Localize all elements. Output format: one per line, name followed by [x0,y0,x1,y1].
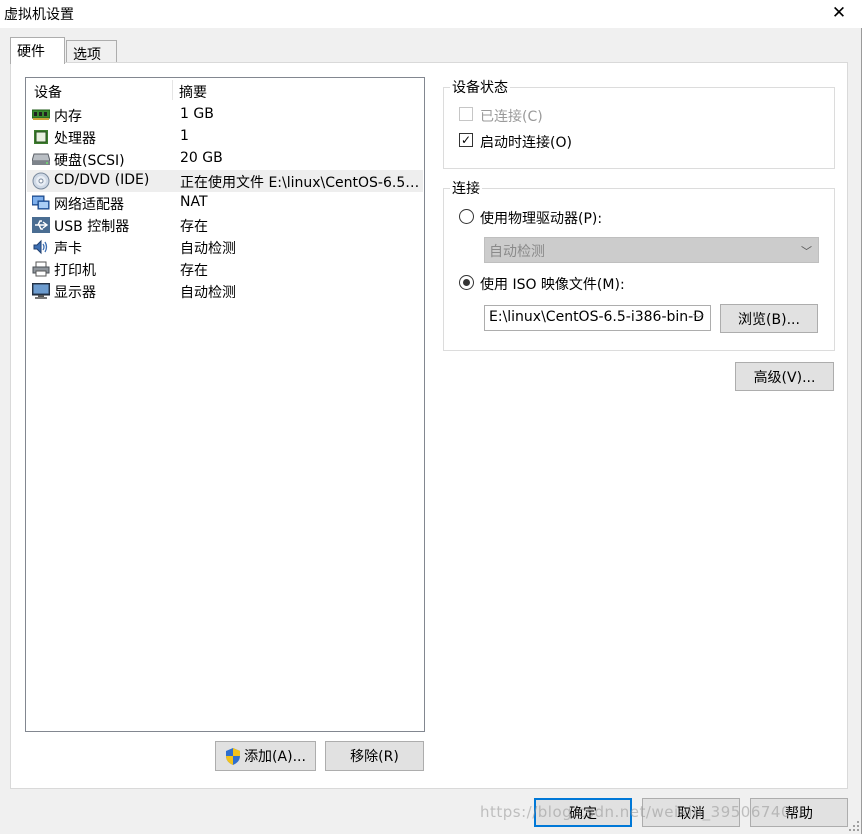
add-button-label: 添加(A)... [244,749,306,765]
iso-image-radio[interactable] [459,275,474,290]
connection-legend: 连接 [450,178,482,198]
column-separator[interactable] [172,80,173,100]
resize-grip-icon[interactable] [846,818,860,832]
device-name: 处理器 [54,131,96,147]
device-row-display[interactable]: 显示器 自动检测 [27,280,423,302]
advanced-button[interactable]: 高级(V)... [735,362,834,391]
browse-button[interactable]: 浏览(B)... [720,304,818,333]
checkmark-icon: ✓ [460,133,472,147]
remove-button[interactable]: 移除(R) [325,741,424,771]
device-summary: 存在 [180,263,208,279]
column-header-summary[interactable]: 摘要 [179,78,207,102]
device-status-group [443,87,835,169]
device-summary: 自动检测 [180,285,236,301]
device-summary: 1 GB [180,106,214,122]
memory-icon [32,106,50,124]
chevron-down-icon: ﹀ [801,245,812,258]
hard-disk-icon [32,150,50,168]
device-name: 声卡 [54,241,82,257]
device-row-sound-card[interactable]: 声卡 自动检测 [27,236,423,258]
remove-button-label: 移除(R) [350,749,399,765]
device-list[interactable]: 设备 摘要 内存 1 GB 处理器 1 硬盘(SCSI) 20 GB CD/DV… [25,77,425,732]
chevron-down-icon: ﹀ [693,313,704,326]
network-adapter-icon [32,194,50,212]
advanced-button-label: 高级(V)... [753,369,816,386]
connect-at-power-on-checkbox[interactable]: ✓ [459,133,473,147]
browse-button-label: 浏览(B)... [738,311,800,328]
device-row-hard-disk[interactable]: 硬盘(SCSI) 20 GB [27,148,423,170]
device-name: CD/DVD (IDE) [54,172,150,188]
device-name: 显示器 [54,285,96,301]
processor-icon [32,128,50,146]
iso-image-label: 使用 ISO 映像文件(M): [480,277,625,293]
device-summary: 自动检测 [180,241,236,257]
physical-drive-dropdown[interactable]: 自动检测 ﹀ [484,237,819,263]
column-header-device[interactable]: 设备 [34,78,62,102]
connected-checkbox[interactable] [459,107,473,121]
iso-path-combobox[interactable]: E:\linux\CentOS-6.5-i386-bin-D ﹀ [484,305,711,331]
close-icon[interactable]: ✕ [822,0,856,26]
device-name: USB 控制器 [54,219,130,235]
device-row-network-adapter[interactable]: 网络适配器 NAT [27,192,423,214]
tab-hardware[interactable]: 硬件 [10,37,65,64]
device-row-printer[interactable]: 打印机 存在 [27,258,423,280]
device-row-cd-dvd[interactable]: CD/DVD (IDE) 正在使用文件 E:\linux\CentOS-6.5-… [27,170,423,192]
watermark: https://blog.csdn.net/weixin_39506740 [480,803,792,821]
device-name: 硬盘(SCSI) [54,153,125,169]
cd-dvd-icon [32,172,50,190]
device-summary: 20 GB [180,150,223,166]
tab-options-label: 选项 [73,47,101,63]
connect-at-power-on-label: 启动时连接(O) [480,135,572,151]
device-row-processor[interactable]: 处理器 1 [27,126,423,148]
device-row-usb-controller[interactable]: USB 控制器 存在 [27,214,423,236]
device-summary: 存在 [180,219,208,235]
display-icon [32,282,50,300]
physical-drive-label: 使用物理驱动器(P): [480,211,603,227]
device-name: 内存 [54,109,82,125]
device-status-legend: 设备状态 [450,77,510,97]
tab-hardware-label: 硬件 [17,44,45,60]
device-name: 打印机 [54,263,96,279]
tab-options[interactable]: 选项 [66,40,117,63]
device-summary: 1 [180,128,189,144]
usb-icon [32,216,50,234]
title-bar: 虚拟机设置 ✕ [0,0,862,28]
shield-icon [225,747,241,765]
vm-settings-dialog: 虚拟机设置 ✕ 硬件 选项 设备 摘要 内存 1 GB 处理器 1 硬盘(SCS… [0,0,862,834]
device-summary: 正在使用文件 E:\linux\CentOS-6.5-i386-bin-DVD1… [180,175,422,191]
iso-path-value: E:\linux\CentOS-6.5-i386-bin-D [489,309,704,325]
device-row-memory[interactable]: 内存 1 GB [27,104,423,126]
add-button[interactable]: 添加(A)... [215,741,316,771]
device-summary: NAT [180,194,208,210]
physical-drive-radio[interactable] [459,209,474,224]
device-name: 网络适配器 [54,197,124,213]
printer-icon [32,260,50,278]
sound-card-icon [32,238,50,256]
connected-label: 已连接(C) [480,109,543,125]
physical-drive-dropdown-value: 自动检测 [489,244,545,260]
window-title: 虚拟机设置 [4,7,74,23]
